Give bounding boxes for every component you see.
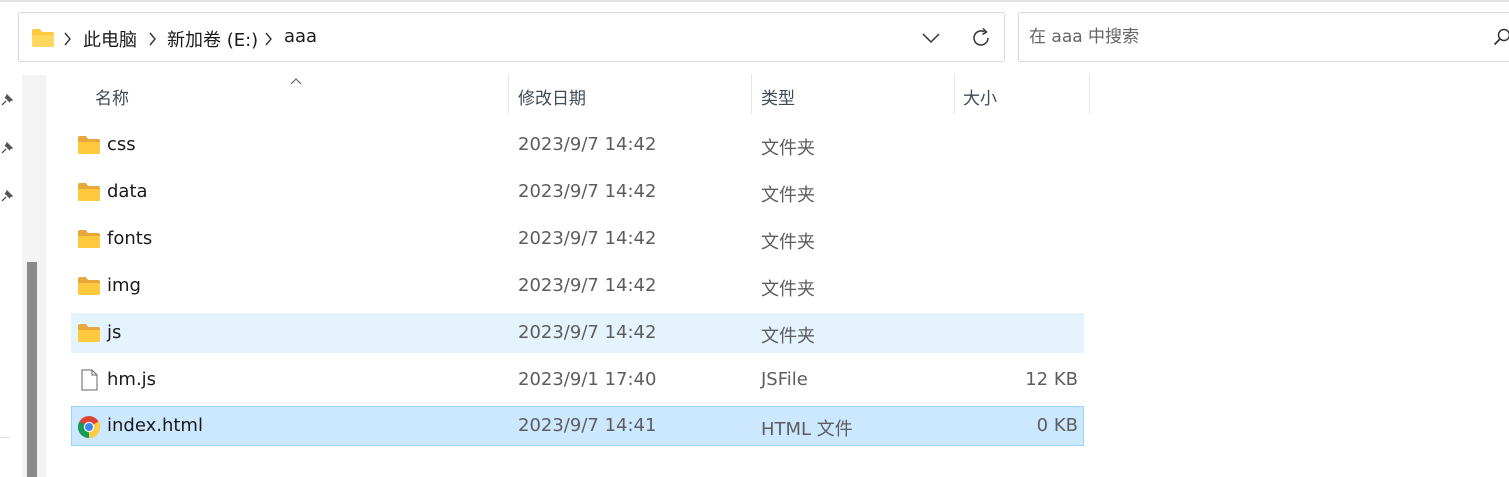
- chevron-right-icon[interactable]: [64, 31, 72, 50]
- column-divider[interactable]: [954, 74, 955, 114]
- chevron-right-icon[interactable]: [149, 31, 157, 50]
- pin-icon[interactable]: [0, 92, 14, 106]
- file-row[interactable]: data 2023/9/7 14:42 文件夹: [71, 172, 1084, 212]
- breadcrumb-this-pc[interactable]: 此电脑: [83, 26, 137, 52]
- file-row-hover[interactable]: js 2023/9/7 14:42 文件夹: [71, 313, 1084, 353]
- search-input[interactable]: [1029, 25, 1469, 49]
- column-divider[interactable]: [1089, 74, 1090, 114]
- chrome-icon: [77, 415, 101, 438]
- file-modified: 2023/9/7 14:42: [518, 322, 657, 343]
- sort-ascending-icon: [290, 70, 302, 89]
- column-header-size[interactable]: 大小: [963, 84, 997, 109]
- file-type: 文件夹: [761, 185, 815, 206]
- search-icon[interactable]: [1493, 28, 1509, 50]
- file-name: data: [107, 181, 148, 202]
- column-header-name[interactable]: 名称: [95, 84, 129, 109]
- pin-icon[interactable]: [0, 140, 14, 154]
- chevron-down-icon[interactable]: [919, 27, 943, 49]
- file-name: img: [107, 275, 141, 296]
- file-type: 文件夹: [761, 138, 815, 159]
- refresh-icon[interactable]: [969, 26, 993, 50]
- file-modified: 2023/9/7 14:42: [518, 275, 657, 296]
- file-modified: 2023/9/7 14:42: [518, 134, 657, 155]
- file-type: 文件夹: [761, 232, 815, 253]
- file-type: HTML 文件: [761, 419, 853, 440]
- file-size: 12 KB: [1025, 369, 1078, 390]
- file-modified: 2023/9/7 14:42: [518, 181, 657, 202]
- file-name: css: [107, 134, 136, 155]
- file-row[interactable]: css 2023/9/7 14:42 文件夹: [71, 125, 1084, 165]
- folder-icon: [77, 322, 101, 344]
- file-row[interactable]: fonts 2023/9/7 14:42 文件夹: [71, 219, 1084, 259]
- nav-divider: [0, 437, 10, 438]
- breadcrumb-aaa[interactable]: aaa: [284, 26, 317, 47]
- pin-icon[interactable]: [0, 188, 14, 202]
- folder-icon: [77, 181, 101, 203]
- column-header-type[interactable]: 类型: [761, 84, 795, 109]
- file-modified: 2023/9/1 17:40: [518, 369, 657, 390]
- file-row[interactable]: img 2023/9/7 14:42 文件夹: [71, 266, 1084, 306]
- file-name: hm.js: [107, 369, 157, 390]
- chevron-right-icon[interactable]: [265, 31, 273, 50]
- file-size: 0 KB: [1036, 415, 1078, 436]
- file-row-selected[interactable]: index.html 2023/9/7 14:41 HTML 文件 0 KB: [71, 406, 1084, 446]
- file-icon: [77, 369, 101, 391]
- file-type: 文件夹: [761, 326, 815, 347]
- address-bar[interactable]: 此电脑 新加卷 (E:) aaa: [18, 12, 1005, 62]
- file-type: 文件夹: [761, 279, 815, 300]
- search-box[interactable]: [1018, 12, 1509, 62]
- file-row[interactable]: hm.js 2023/9/1 17:40 JSFile 12 KB: [71, 360, 1084, 400]
- folder-icon: [77, 228, 101, 250]
- breadcrumb-drive-e[interactable]: 新加卷 (E:): [167, 26, 258, 52]
- nav-scrollbar-thumb[interactable]: [27, 262, 37, 477]
- file-modified: 2023/9/7 14:41: [518, 415, 657, 436]
- folder-icon: [77, 134, 101, 156]
- column-header-modified[interactable]: 修改日期: [518, 84, 586, 109]
- column-divider[interactable]: [508, 74, 509, 114]
- file-modified: 2023/9/7 14:42: [518, 228, 657, 249]
- column-divider[interactable]: [751, 74, 752, 114]
- file-type: JSFile: [761, 369, 808, 390]
- folder-icon: [77, 275, 101, 297]
- window-top-border: [0, 0, 1509, 2]
- file-name: js: [107, 322, 122, 343]
- folder-icon: [31, 28, 55, 52]
- file-name: fonts: [107, 228, 153, 249]
- file-name: index.html: [107, 415, 203, 436]
